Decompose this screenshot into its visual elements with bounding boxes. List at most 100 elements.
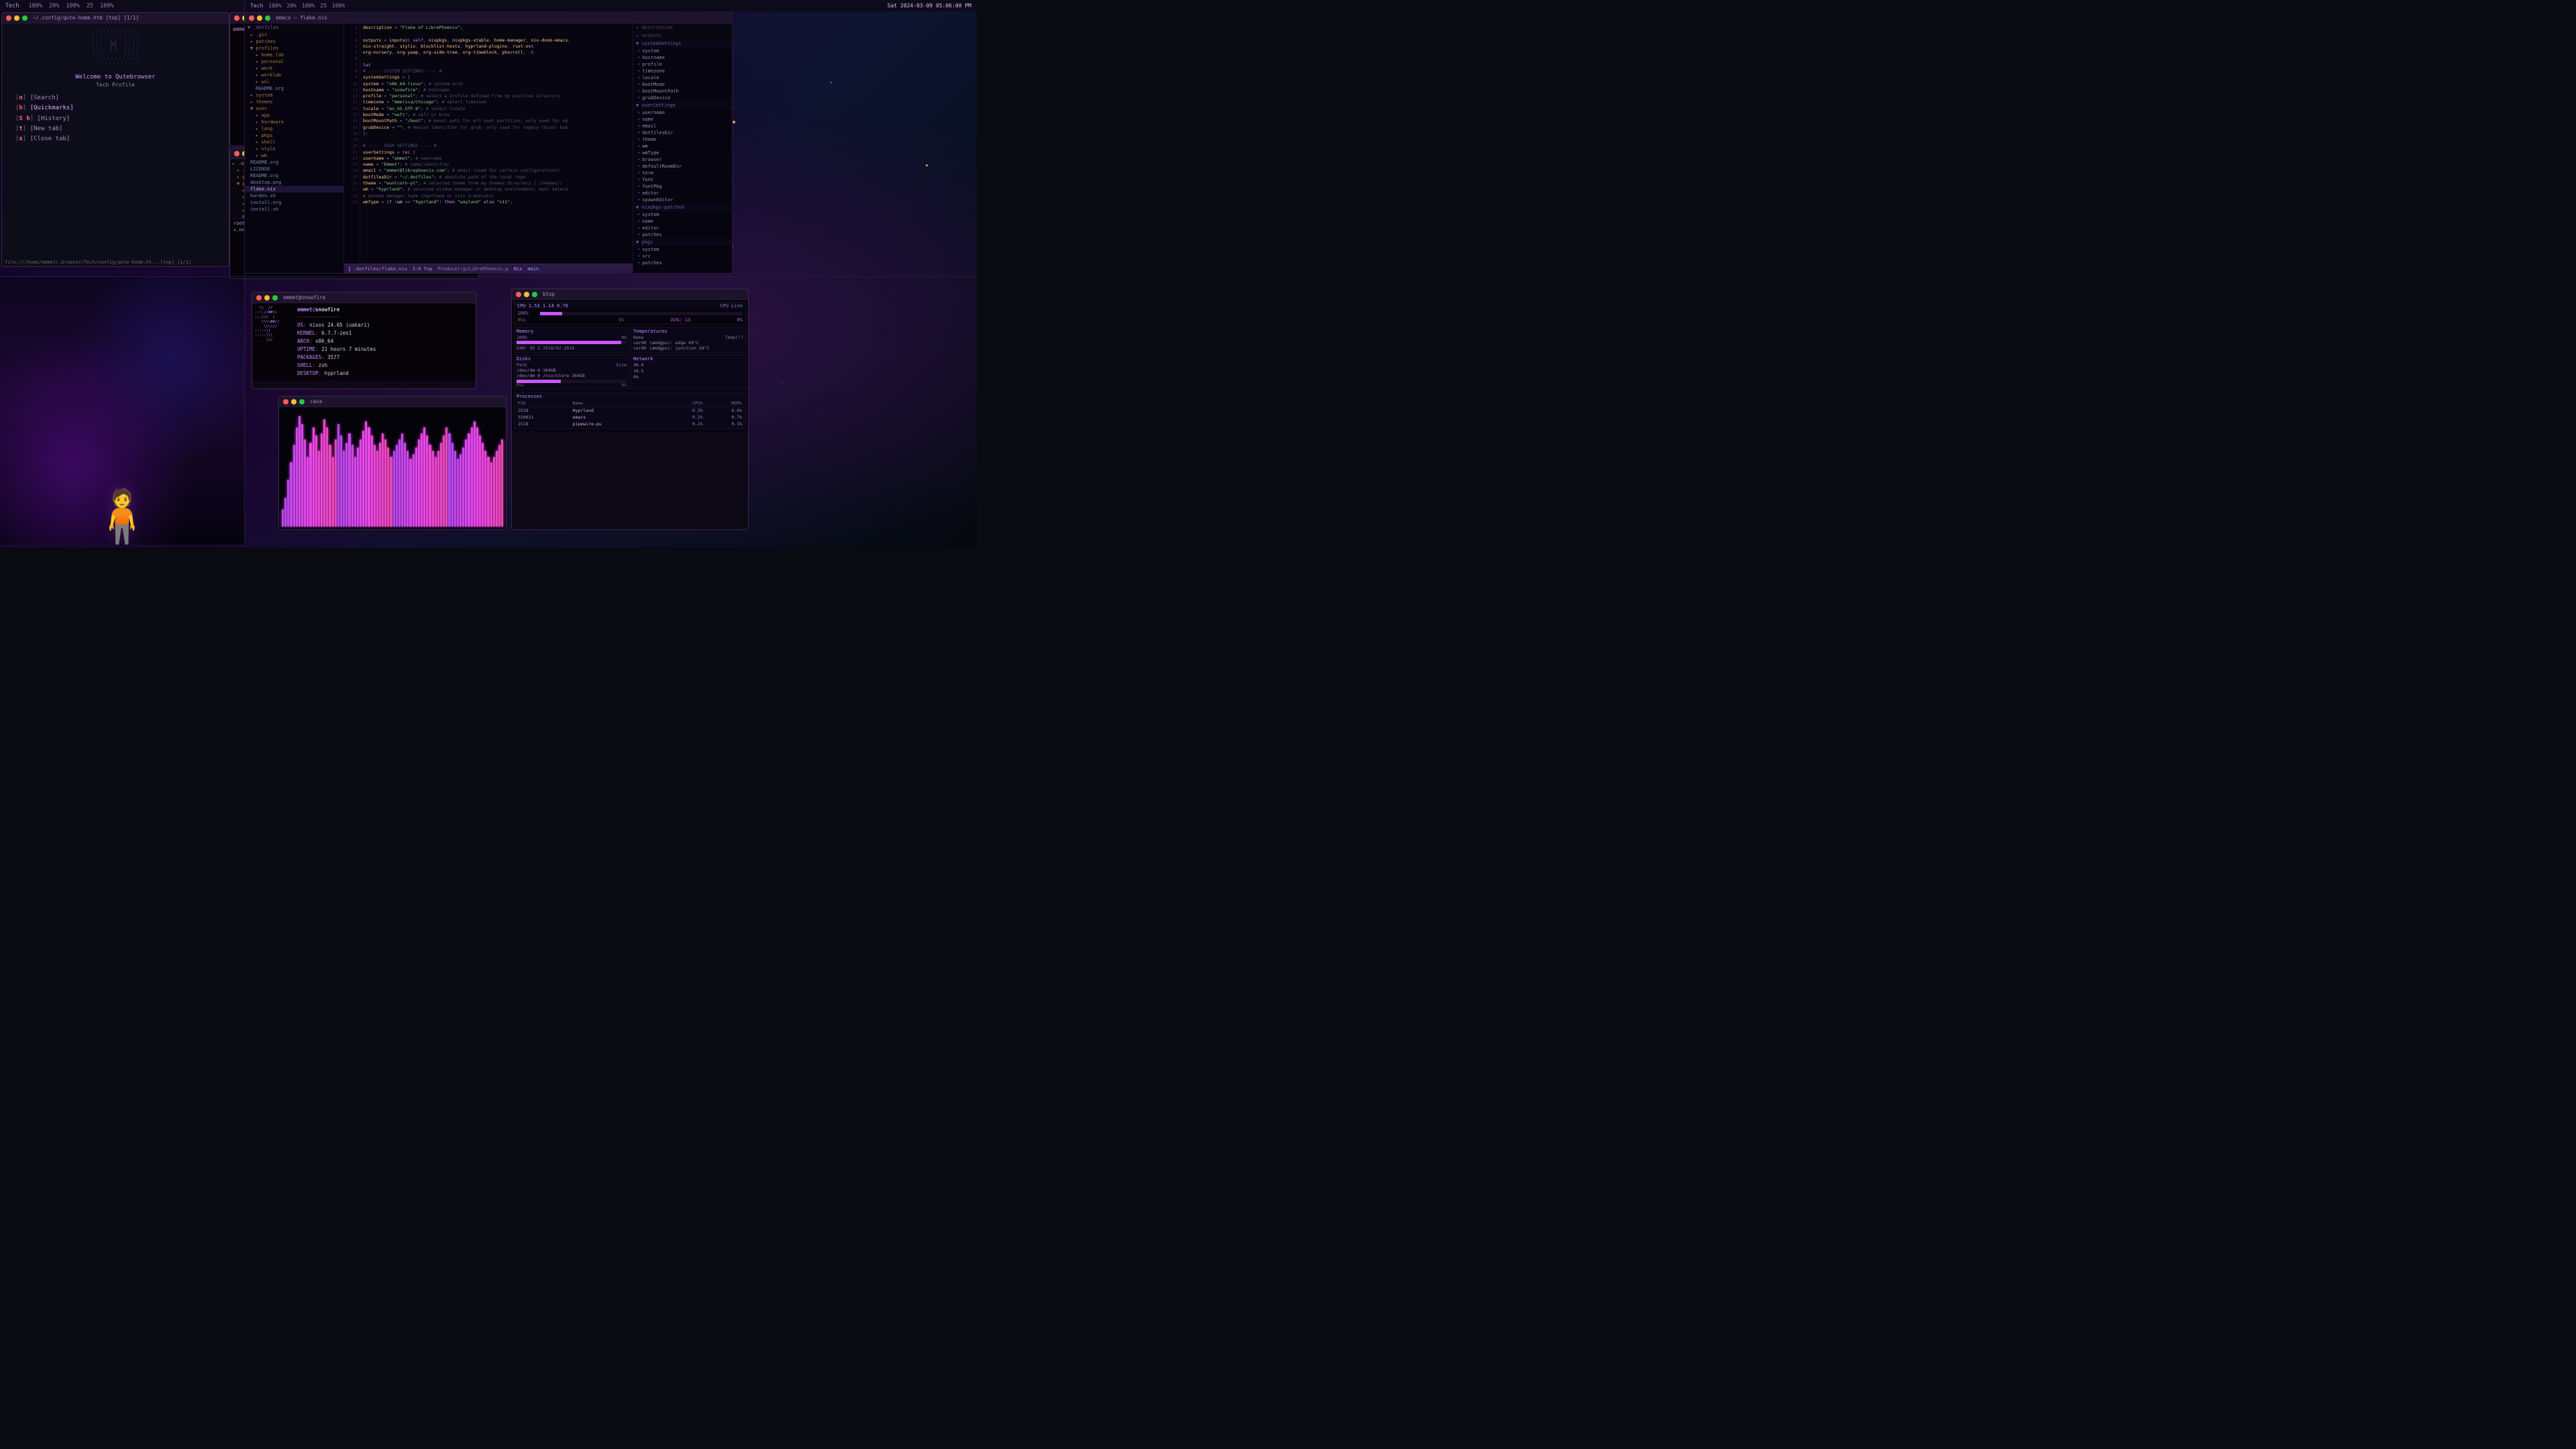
tree-homelab[interactable]: ▸ home.lab (245, 52, 343, 58)
minimize-button[interactable] (14, 15, 19, 21)
sysmon-network: Network 36.0 10.5 0% (631, 354, 746, 390)
tree-user[interactable]: ▼ user (245, 105, 343, 112)
maximize-button[interactable] (532, 292, 537, 297)
audio-bar-71 (479, 435, 481, 527)
qute-menu-newtab[interactable]: [t] [New tab] (15, 124, 215, 134)
minimize-button[interactable] (264, 295, 270, 301)
code-right-panel: ▸ description ▸ outputs ▼ systemSettings… (633, 23, 732, 273)
proc-row-pipewire: 1518 pipewire-pu 0.1% 0.1% (517, 421, 743, 427)
tree-wm[interactable]: ▸ wm (245, 152, 343, 159)
close-button[interactable] (283, 399, 288, 405)
qute-welcome-text: Welcome to Qutebrowser (2, 71, 229, 82)
audio-viz-bars (279, 407, 506, 529)
proc-name-3: pipewire-pu (572, 421, 665, 427)
close-button[interactable] (249, 15, 254, 21)
audio-bar-6 (299, 416, 301, 527)
tree-system[interactable]: ▸ system (245, 92, 343, 99)
tree-patches[interactable]: ▸ patches (245, 38, 343, 45)
panel-locale: • locale (633, 74, 732, 81)
qutebrowser-title: ~/.config/qute-home.htm [top] [1/1] (33, 15, 139, 21)
topbar-r-stat2: 20% (287, 3, 297, 9)
tree-readme-main[interactable]: README.org (245, 159, 343, 166)
code-line-23: name = "Emmet"; # name/identifier (363, 162, 630, 168)
qute-menu-closetab[interactable]: [x] [Close tab] (15, 134, 215, 144)
qute-menu-history[interactable]: [S h] [History] (15, 114, 215, 124)
proc-pid-2: 550631 (517, 414, 572, 421)
minimize-button[interactable] (257, 15, 262, 21)
audio-bar-26 (354, 457, 356, 527)
qute-menu-quickmarks[interactable]: [b] [Quickmarks] (15, 103, 215, 113)
close-button[interactable] (234, 151, 239, 156)
minimize-button[interactable] (524, 292, 529, 297)
close-button[interactable] (6, 15, 11, 21)
tree-profiles[interactable]: ▼ profiles (245, 45, 343, 52)
panel-bootmode: • bootMode (633, 81, 732, 88)
panel-term: • term (633, 170, 732, 176)
tree-flakenix[interactable]: flake.nix (245, 186, 343, 193)
audio-bar-28 (360, 439, 362, 527)
maximize-button[interactable] (22, 15, 28, 21)
minimize-button[interactable] (291, 399, 297, 405)
disk-row-1: /dev/dm-0 364GB (517, 368, 627, 373)
monitor-divider-vertical (244, 0, 245, 547)
tree-hardensh[interactable]: harden.sh (245, 193, 343, 199)
tree-hardware[interactable]: ▸ hardware (245, 119, 343, 125)
mem-stats: 100% 0% (517, 335, 627, 340)
audio-bar-10 (309, 443, 311, 527)
tree-installsh[interactable]: install.sh (245, 206, 343, 213)
tree-themes[interactable]: ▸ themes (245, 99, 343, 105)
tree-shell[interactable]: ▸ shell (245, 139, 343, 146)
code-line-10: system = "x86_64-linux"; # system arch (363, 81, 630, 87)
tree-installorg[interactable]: install.org (245, 199, 343, 206)
code-line-16: bootMountPath = "/boot"; # mount path fo… (363, 118, 630, 124)
audio-bar-15 (323, 419, 325, 527)
tree-worklab[interactable]: ▸ worklab (245, 72, 343, 78)
audio-bar-62 (454, 451, 456, 527)
maximize-button[interactable] (265, 15, 270, 21)
tree-git[interactable]: ▸ .git (245, 32, 343, 38)
top-status-bar-right: Tech 100% 20% 100% 25 100% Sat 2024-03-0… (244, 0, 977, 11)
net-vals: 36.0 10.5 0% (633, 362, 743, 380)
tree-pkgs[interactable]: ▸ pkgs (245, 132, 343, 139)
tree-wsl[interactable]: ▸ wsl (245, 78, 343, 85)
audio-bar-8 (304, 439, 306, 527)
code-line-15: bootMode = "uefi"; # uefi or bios (363, 112, 630, 118)
tree-app[interactable]: ▸ app (245, 112, 343, 119)
tree-license[interactable]: LICENSE (245, 166, 343, 172)
qute-menu-search[interactable]: [o] [Search] (15, 93, 215, 103)
audio-bar-35 (379, 443, 381, 527)
tree-lang[interactable]: ▸ lang (245, 125, 343, 132)
tree-desktop[interactable]: desktop.png (245, 179, 343, 186)
audio-bar-1 (284, 498, 286, 527)
figure-silhouette: 🧍 (89, 491, 156, 545)
temps-title: Temperatures (633, 329, 743, 334)
tree-style[interactable]: ▸ style (245, 146, 343, 152)
panel-grubdevice: • grubDevice (633, 95, 732, 101)
audio-bar-31 (368, 427, 370, 527)
temps-header: NameTemp(°) (633, 335, 743, 340)
neofetch-window: emmet@snowfire \\ // :::://##\\ ::://( )… (252, 292, 476, 389)
maximize-button[interactable] (272, 295, 278, 301)
audio-bar-5 (296, 427, 298, 527)
maximize-button[interactable] (299, 399, 305, 405)
topbar-r-stat1: 100% (268, 3, 281, 9)
code-editor-area[interactable]: 1234567891011121314151617181920212223242… (344, 23, 633, 264)
panel-description-header: ▸ description (633, 23, 732, 32)
sysmon-grid: Memory 100% 0% EAM: 95 5.7618/02.2018 Te… (514, 327, 746, 390)
code-text[interactable]: description = "Flake of LibrePhoenix"; o… (360, 23, 633, 264)
code-line-14: locale = "en_US.UTF-8"; # select locale (363, 106, 630, 112)
close-button[interactable] (516, 292, 521, 297)
tree-personal[interactable]: ▸ personal (245, 58, 343, 65)
topbar-left: Tech 100% 20% 100% 25 100% (5, 3, 114, 9)
tree-readme-org[interactable]: README.org (245, 85, 343, 92)
code-line-20: # ----- USER SETTINGS ---- # (363, 143, 630, 149)
topbar-r-time: Sat 2024-03-09 05:06:00 PM (888, 3, 971, 9)
panel-defaultroamdir: • defaultRoamDir (633, 163, 732, 170)
audio-bar-54 (432, 451, 434, 527)
tree-work[interactable]: ▸ work (245, 65, 343, 72)
audio-bar-65 (462, 447, 464, 527)
close-button[interactable] (234, 15, 239, 21)
close-button[interactable] (256, 295, 262, 301)
cpu-bar-bg (540, 312, 743, 315)
tree-readme2[interactable]: README.org (245, 172, 343, 179)
